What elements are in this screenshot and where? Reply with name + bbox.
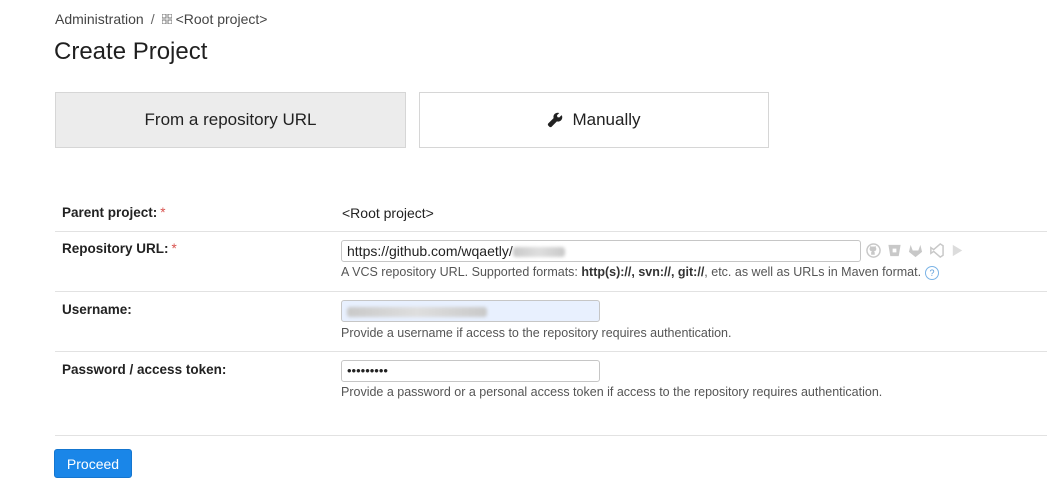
password-label: Password / access token:: [62, 362, 227, 377]
repository-url-input[interactable]: https://github.com/wqaetly/: [341, 240, 861, 262]
form-divider: [55, 435, 1047, 436]
vcs-provider-icons: [866, 243, 965, 258]
azure-devops-icon[interactable]: [929, 243, 944, 258]
tab-from-repository-url[interactable]: From a repository URL: [55, 92, 406, 148]
space-icon[interactable]: [950, 243, 965, 258]
parent-project-row: Parent project: * <Root project>: [55, 193, 1047, 232]
gitlab-icon[interactable]: [908, 243, 923, 258]
password-note: Provide a password or a personal access …: [341, 385, 883, 399]
repository-url-row: Repository URL: * https://github.com/wqae…: [55, 231, 1047, 292]
supported-formats: http(s)://, svn://, git://: [581, 265, 705, 279]
password-row: Password / access token: ••••••••• Provi…: [55, 351, 1047, 411]
proceed-button[interactable]: Proceed: [54, 449, 132, 478]
username-label: Username:: [62, 302, 132, 317]
repository-url-label: Repository URL: *: [62, 241, 177, 256]
breadcrumb-administration-link[interactable]: Administration: [55, 11, 144, 27]
bitbucket-icon[interactable]: [887, 243, 902, 258]
breadcrumb-separator: /: [150, 11, 155, 27]
parent-project-label: Parent project: *: [62, 205, 166, 220]
breadcrumb-root-project-link[interactable]: <Root project>: [176, 11, 268, 27]
password-input[interactable]: •••••••••: [341, 360, 600, 382]
help-icon[interactable]: ?: [925, 265, 940, 280]
tab-manually-label: Manually: [572, 110, 641, 129]
username-row: Username: Provide a username if access t…: [55, 291, 1047, 352]
redacted-text: [347, 307, 487, 318]
required-marker: *: [160, 205, 166, 220]
tab-manually[interactable]: Manually: [419, 92, 769, 148]
username-input[interactable]: [341, 300, 600, 322]
repository-url-note: A VCS repository URL. Supported formats:…: [341, 265, 940, 280]
parent-project-value: <Root project>: [342, 205, 434, 221]
repository-url-value: https://github.com/wqaetly/: [347, 243, 513, 259]
wrench-icon: [548, 112, 563, 128]
username-note: Provide a username if access to the repo…: [341, 326, 732, 340]
required-marker: *: [171, 241, 177, 256]
page-title: Create Project: [54, 38, 208, 65]
password-value: •••••••••: [347, 363, 388, 378]
project-grid-icon: [161, 14, 172, 24]
redacted-text: [512, 247, 565, 258]
breadcrumb: Administration / <Root project>: [55, 11, 267, 27]
tab-from-repository-url-label: From a repository URL: [144, 110, 317, 129]
github-icon[interactable]: [866, 243, 881, 258]
